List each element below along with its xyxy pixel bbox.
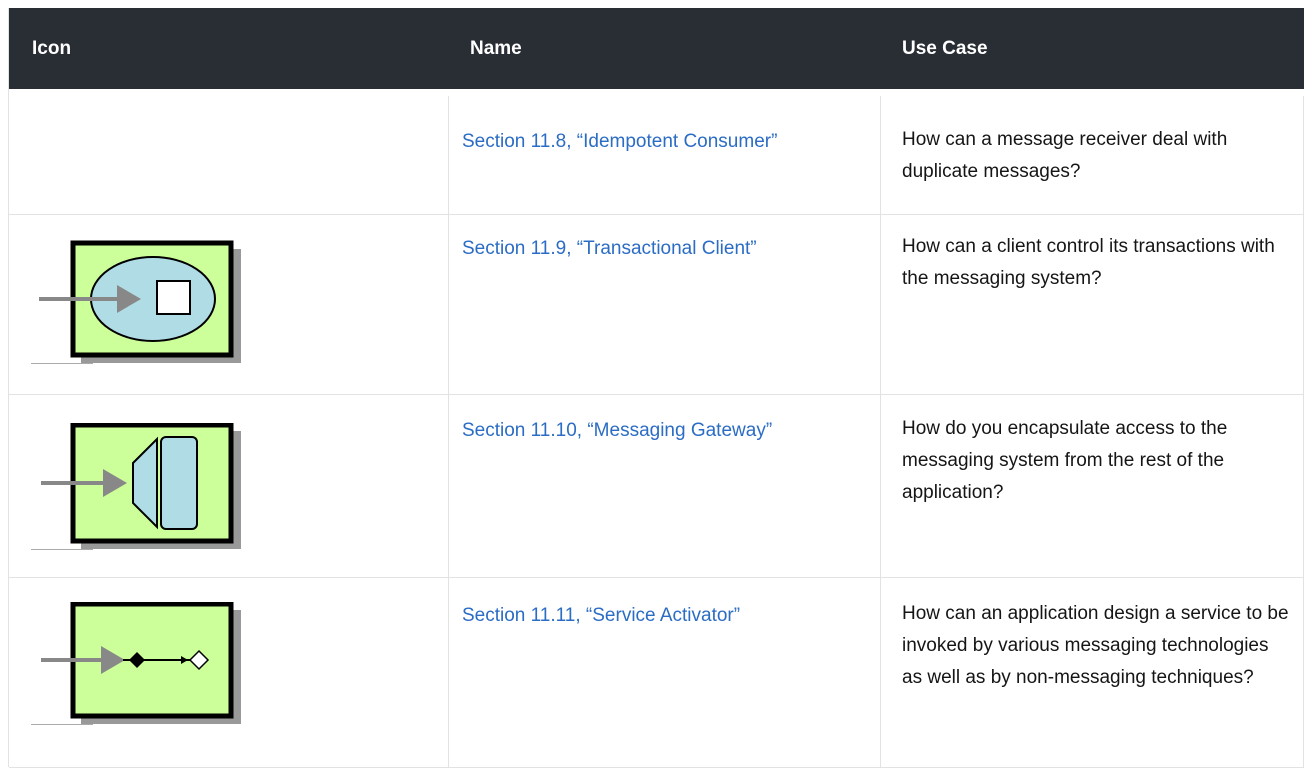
table-row: Section 11.9, “Transactional Client” How… xyxy=(9,215,1304,395)
use-case-text: How can a message receiver deal with dup… xyxy=(902,129,1228,182)
service-activator-link[interactable]: Section 11.11, “Service Activator” xyxy=(462,602,872,629)
service-activator-icon xyxy=(31,602,241,725)
transactional-client-icon xyxy=(31,240,241,364)
table-row: Section 11.11, “Service Activator” How c… xyxy=(9,578,1304,768)
header-use-case-column: Use Case xyxy=(902,38,988,59)
messaging-gateway-link[interactable]: Section 11.10, “Messaging Gateway” xyxy=(462,417,872,444)
table-header: Icon Name Use Case xyxy=(9,8,1304,89)
use-case-text: How can an application design a service … xyxy=(902,603,1289,688)
transactional-client-link[interactable]: Section 11.9, “Transactional Client” xyxy=(462,235,872,262)
header-icon-column: Icon xyxy=(32,38,72,59)
header-name-column: Name xyxy=(470,38,522,59)
messaging-gateway-icon xyxy=(31,423,241,550)
eip-table: Icon Name Use Case Section 11.8, “Idempo… xyxy=(8,8,1304,768)
use-case-text: How do you encapsulate access to the mes… xyxy=(902,418,1228,503)
table-row: Section 11.8, “Idempotent Consumer” How … xyxy=(9,96,1304,215)
idempotent-consumer-link[interactable]: Section 11.8, “Idempotent Consumer” xyxy=(462,128,872,155)
use-case-text: How can a client control its transaction… xyxy=(902,236,1275,289)
table-row: Section 11.10, “Messaging Gateway” How d… xyxy=(9,395,1304,578)
